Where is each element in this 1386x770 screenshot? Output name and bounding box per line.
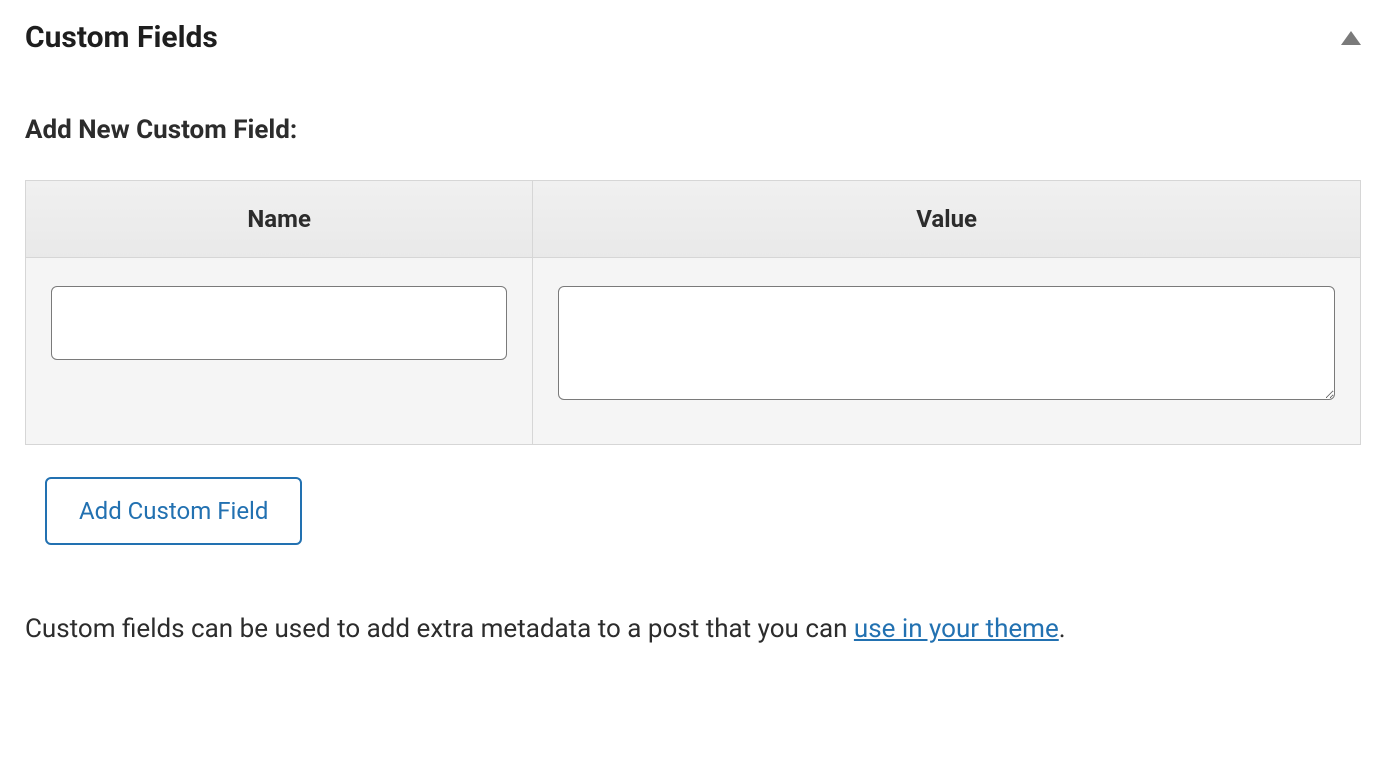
- value-cell: [533, 258, 1361, 445]
- custom-field-table: Name Value: [25, 180, 1361, 445]
- collapse-toggle-icon[interactable]: [1341, 31, 1361, 45]
- input-row: [26, 258, 1361, 445]
- name-input[interactable]: [51, 286, 507, 360]
- panel-title: Custom Fields: [25, 20, 218, 55]
- name-cell: [26, 258, 533, 445]
- column-header-name: Name: [26, 181, 533, 258]
- column-header-value: Value: [533, 181, 1361, 258]
- description-text: Custom fields can be used to add extra m…: [25, 605, 1361, 653]
- add-new-heading: Add New Custom Field:: [25, 115, 1361, 145]
- use-in-theme-link[interactable]: use in your theme: [854, 614, 1059, 644]
- value-textarea[interactable]: [558, 286, 1335, 400]
- description-prefix: Custom fields can be used to add extra m…: [25, 614, 854, 644]
- description-suffix: .: [1059, 614, 1066, 644]
- panel-header: Custom Fields: [25, 20, 1361, 55]
- add-custom-field-button[interactable]: Add Custom Field: [45, 477, 302, 545]
